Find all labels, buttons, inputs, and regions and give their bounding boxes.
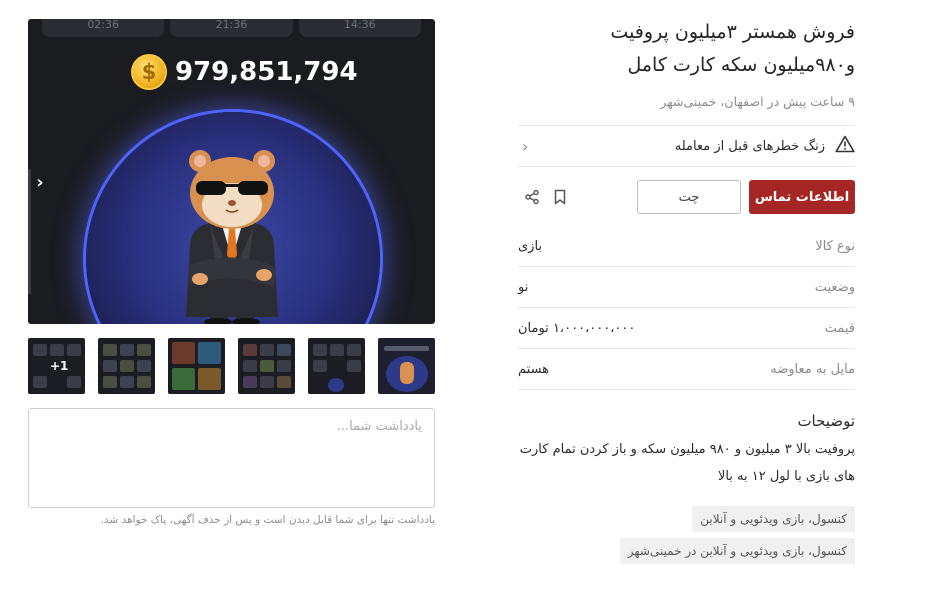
detail-key: مایل به معاوضه <box>770 361 855 377</box>
tag-list: کنسول، بازی ویدئویی و آنلاین کنسول، بازی… <box>518 506 855 564</box>
detail-value: بازی <box>518 238 543 254</box>
contact-info-button[interactable]: اطلاعات تماس <box>749 180 855 214</box>
category-tag[interactable]: کنسول، بازی ویدئویی و آنلاین <box>692 506 855 532</box>
ad-title-line2: و۹۸۰میلیون سکه کارت کامل <box>627 54 855 76</box>
action-bar: اطلاعات تماس چت <box>518 180 855 214</box>
description-line1: پروفیت بالا ۳ میلیون و ۹۸۰ میلیون سکه و … <box>519 442 855 457</box>
detail-row-price: قیمت ۱،۰۰۰،۰۰۰،۰۰۰ تومان <box>518 308 855 349</box>
ad-details-panel: فروش همستر ۳میلیون پروفیت و۹۸۰میلیون سکه… <box>518 16 855 564</box>
safety-warning-link[interactable]: زنگ خطرهای قبل از معامله ‹ <box>518 125 855 167</box>
category-location-tag[interactable]: کنسول، بازی ویدئویی و آنلاین در خمینی‌شه… <box>619 538 855 564</box>
description-line2: های بازی با لول ۱۲ به بالا <box>717 469 855 484</box>
thumbnail-more-label: +1 <box>50 359 69 373</box>
note-hint: یادداشت تنها برای شما قابل دیدن است و پس… <box>100 514 435 526</box>
thumbnail[interactable] <box>168 338 225 394</box>
safety-warning-content: زنگ خطرهای قبل از معامله <box>675 135 855 157</box>
note-textarea[interactable] <box>28 408 435 508</box>
thumbnail-more[interactable]: +1 <box>28 338 85 394</box>
time-tab: 14:36 <box>298 19 421 37</box>
warning-triangle-icon <box>835 135 855 157</box>
detail-key: نوع کالا <box>815 238 855 254</box>
detail-value: نو <box>518 279 529 295</box>
thumbnail[interactable] <box>238 338 295 394</box>
share-icon[interactable] <box>518 183 546 211</box>
coin-icon: $ <box>131 54 167 90</box>
thumbnail[interactable] <box>308 338 365 394</box>
screenshot-time-tabs: 02:36 21:36 14:36 <box>42 19 421 37</box>
detail-row-category: نوع کالا بازی <box>518 226 855 267</box>
detail-key: وضعیت <box>814 279 855 295</box>
safety-warning-label: زنگ خطرهای قبل از معامله <box>674 138 825 154</box>
time-tab: 21:36 <box>170 19 293 37</box>
details-list: نوع کالا بازی وضعیت نو قیمت ۱،۰۰۰،۰۰۰،۰۰… <box>518 226 855 390</box>
detail-value: هستم <box>518 361 550 377</box>
thumbnail-strip: +1 <box>28 338 435 394</box>
time-tab: 02:36 <box>42 19 165 37</box>
main-image[interactable]: 02:36 21:36 14:36 $ 979,851,794 › <box>28 19 435 324</box>
ad-meta: ۹ ساعت پیش در اصفهان، خمینی‌شهر <box>660 94 855 109</box>
detail-key: قیمت <box>824 320 855 336</box>
coin-balance: 979,851,794 <box>175 57 358 87</box>
chat-button[interactable]: چت <box>637 180 741 214</box>
thumbnail[interactable] <box>98 338 155 394</box>
description-title: توضیحات <box>797 412 855 430</box>
ad-title: فروش همستر ۳میلیون پروفیت و۹۸۰میلیون سکه… <box>518 16 855 82</box>
ad-title-line1: فروش همستر ۳میلیون پروفیت <box>610 21 855 43</box>
detail-value: ۱،۰۰۰،۰۰۰،۰۰۰ تومان <box>518 320 636 336</box>
thumbnail-selected[interactable] <box>378 338 435 394</box>
description-body: پروفیت بالا ۳ میلیون و ۹۸۰ میلیون سکه و … <box>518 436 855 490</box>
gallery-prev-button[interactable]: › <box>28 162 52 202</box>
hamster-character-illustration <box>186 150 278 324</box>
bookmark-icon[interactable] <box>546 183 574 211</box>
detail-row-exchange: مایل به معاوضه هستم <box>518 349 855 390</box>
chevron-left-icon: ‹ <box>522 136 529 156</box>
detail-row-condition: وضعیت نو <box>518 267 855 308</box>
